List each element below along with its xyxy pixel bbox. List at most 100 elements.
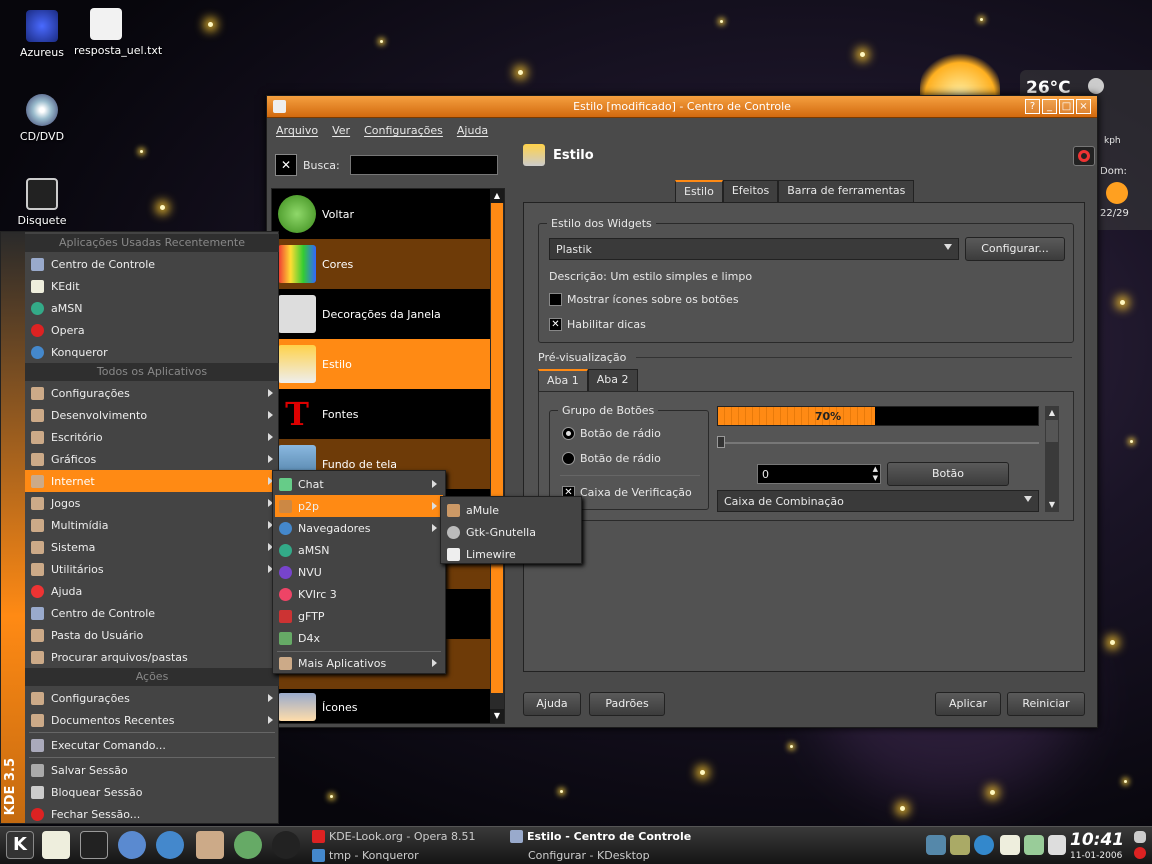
lock-tray-icon[interactable] [1134, 831, 1146, 843]
k-menu[interactable]: KDE 3.5 Aplicações Usadas Recentemente C… [0, 231, 279, 824]
help-lifesaver-icon[interactable] [1073, 146, 1095, 166]
radio-button-1[interactable] [562, 427, 575, 440]
module-icones[interactable]: Ícones [272, 689, 504, 723]
apps-configuracoes[interactable]: Configurações [25, 382, 279, 404]
widget-style-combo[interactable]: Plastik [549, 238, 959, 260]
apps-jogos[interactable]: Jogos [25, 492, 279, 514]
extra-centro-controle[interactable]: Centro de Controle [25, 602, 279, 624]
task-kdesktop[interactable]: Configurar - KDesktop [528, 849, 650, 862]
maximize-button[interactable]: □ [1059, 99, 1074, 114]
internet-d4x[interactable]: D4x [275, 627, 443, 649]
module-decoracoes[interactable]: Decorações da Janela [272, 289, 504, 339]
konqueror-launcher-icon[interactable] [156, 831, 184, 859]
internet-navegadores[interactable]: Navegadores [275, 517, 443, 539]
extra-ajuda[interactable]: Ajuda [25, 580, 279, 602]
help-button[interactable]: Ajuda [523, 692, 581, 716]
recent-opera[interactable]: Opera [25, 319, 279, 341]
apps-graficos[interactable]: Gráficos [25, 448, 279, 470]
extra-pasta-usuario[interactable]: Pasta do Usuário [25, 624, 279, 646]
menu-ajuda[interactable]: Ajuda [457, 124, 488, 142]
preview-scrollbar[interactable]: ▲ ▼ [1045, 406, 1059, 512]
globe-tray-icon[interactable] [974, 835, 994, 855]
preview-slider[interactable] [717, 436, 1039, 448]
module-estilo[interactable]: Estilo [272, 339, 504, 389]
internet-chat[interactable]: Chat [275, 473, 443, 495]
slider-handle[interactable] [717, 436, 725, 448]
tux-launcher-icon[interactable] [272, 831, 300, 859]
apps-escritorio[interactable]: Escritório [25, 426, 279, 448]
desktop-icon-cddvd[interactable]: CD/DVD [10, 94, 74, 143]
internet-p2p[interactable]: p2p [275, 495, 443, 517]
clear-search-button[interactable]: ✕ [275, 154, 297, 176]
radio-button-2[interactable] [562, 452, 575, 465]
notes-tray-icon[interactable] [1048, 835, 1066, 855]
actions-documentos[interactable]: Documentos Recentes [25, 709, 279, 731]
logout-tray-icon[interactable] [1134, 847, 1146, 859]
help-title-button[interactable]: ? [1025, 99, 1040, 114]
p2p-amule[interactable]: aMule [443, 499, 579, 521]
apps-multimidia[interactable]: Multimídia [25, 514, 279, 536]
actions-executar[interactable]: Executar Comando... [25, 734, 279, 756]
kedit-launcher-icon[interactable] [42, 831, 70, 859]
scroll-down-arrow-icon[interactable]: ▼ [1045, 498, 1059, 512]
task-estilo[interactable]: Estilo - Centro de Controle [510, 830, 691, 843]
preview-tab-1[interactable]: Aba 1 [538, 369, 588, 391]
search-input[interactable] [349, 155, 498, 175]
recent-kedit[interactable]: KEdit [25, 275, 279, 297]
task-konqueror[interactable]: tmp - Konqueror [312, 849, 419, 862]
internet-mais-aplicativos[interactable]: Mais Aplicativos [275, 652, 443, 674]
scroll-up-arrow-icon[interactable]: ▲ [1045, 406, 1059, 420]
preview-tab-2[interactable]: Aba 2 [587, 369, 638, 391]
desktop-icon-disquete[interactable]: Disquete [10, 178, 74, 227]
menu-ver[interactable]: Ver [332, 124, 350, 142]
apps-desenvolvimento[interactable]: Desenvolvimento [25, 404, 279, 426]
tab-estilo[interactable]: Estilo [675, 180, 723, 202]
p2p-limewire[interactable]: Limewire [443, 543, 579, 565]
user-tray-icon[interactable] [1024, 835, 1044, 855]
actions-fechar-sessao[interactable]: Fechar Sessão... [25, 803, 279, 825]
extra-procurar[interactable]: Procurar arquivos/pastas [25, 646, 279, 668]
apply-button[interactable]: Aplicar [935, 692, 1001, 716]
internet-amsn[interactable]: aMSN [275, 539, 443, 561]
minimize-button[interactable]: _ [1042, 99, 1057, 114]
module-list-scrollbar[interactable]: ▲ ▼ [490, 189, 504, 723]
p2p-gtk-gnutella[interactable]: Gtk-Gnutella [443, 521, 579, 543]
kde-launcher-icon[interactable] [118, 831, 146, 859]
apps-utilitarios[interactable]: Utilitários [25, 558, 279, 580]
clock[interactable]: 10:41 [1070, 830, 1124, 850]
kmix-tray-icon[interactable] [950, 835, 970, 855]
tab-barra-ferramentas[interactable]: Barra de ferramentas [778, 180, 915, 202]
internet-submenu[interactable]: Chat p2p Navegadores aMSN NVU KVIrc 3 gF… [272, 470, 446, 674]
preview-combo[interactable]: Caixa de Combinação [717, 490, 1039, 512]
internet-nvu[interactable]: NVU [275, 561, 443, 583]
close-button[interactable]: × [1076, 99, 1091, 114]
network-launcher-icon[interactable] [234, 831, 262, 859]
menu-arquivo[interactable]: Arquivo [276, 124, 318, 142]
apps-internet[interactable]: Internet [25, 470, 279, 492]
spin-box[interactable]: 0 ▲ ▼ [757, 464, 881, 484]
apps-sistema[interactable]: Sistema [25, 536, 279, 558]
internet-kvirc[interactable]: KVIrc 3 [275, 583, 443, 605]
network-tray-icon[interactable] [926, 835, 946, 855]
desktop-icon-resposta[interactable]: resposta_uel.txt [74, 8, 162, 57]
scrollbar-thumb[interactable] [491, 203, 503, 693]
scrollbar-thumb[interactable] [1046, 420, 1058, 442]
actions-bloquear-sessao[interactable]: Bloquear Sessão [25, 781, 279, 803]
menu-configuracoes[interactable]: Configurações [364, 124, 443, 142]
show-icons-checkbox[interactable] [549, 293, 562, 306]
module-cores[interactable]: Cores [272, 239, 504, 289]
tooltips-checkbox[interactable]: ✕ [549, 318, 562, 331]
clipboard-tray-icon[interactable] [1000, 835, 1020, 855]
desktop-icon-azureus[interactable]: Azureus [10, 10, 74, 59]
p2p-submenu[interactable]: aMule Gtk-Gnutella Limewire [440, 496, 582, 564]
actions-configuracoes[interactable]: Configurações [25, 687, 279, 709]
recent-konqueror[interactable]: Konqueror [25, 341, 279, 363]
internet-gftp[interactable]: gFTP [275, 605, 443, 627]
tab-efeitos[interactable]: Efeitos [722, 180, 779, 202]
k-menu-button-icon[interactable]: K [6, 831, 34, 859]
reset-button[interactable]: Reiniciar [1007, 692, 1085, 716]
scroll-up-arrow-icon[interactable]: ▲ [490, 189, 504, 203]
module-fontes[interactable]: T Fontes [272, 389, 504, 439]
terminal-launcher-icon[interactable] [80, 831, 108, 859]
recent-centro-controle[interactable]: Centro de Controle [25, 253, 279, 275]
